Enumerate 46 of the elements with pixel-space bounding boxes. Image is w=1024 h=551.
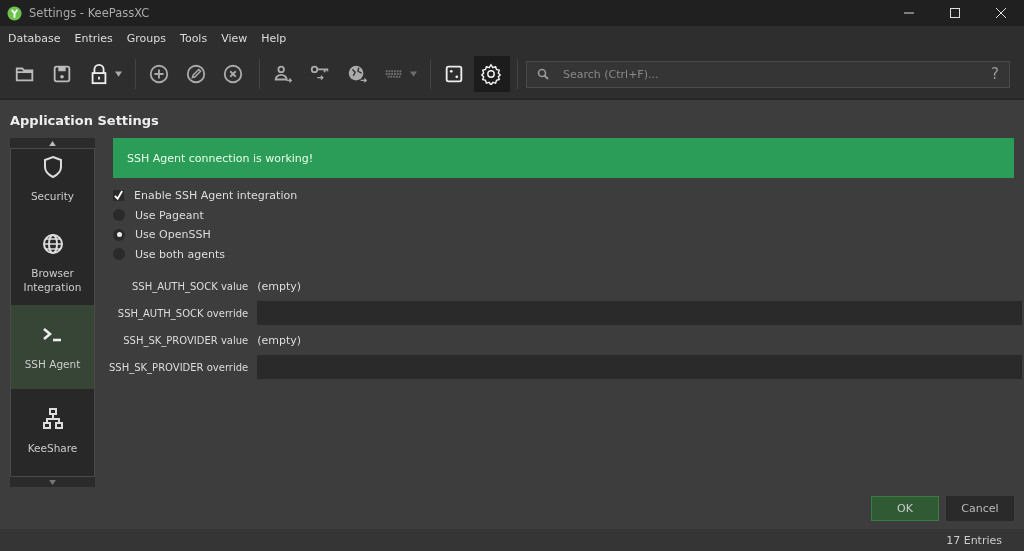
close-icon[interactable] xyxy=(996,8,1006,18)
status-banner: SSH Agent connection is working! xyxy=(113,138,1014,178)
window-title: Settings - KeePassXC xyxy=(29,6,150,20)
field-label: SSH_SK_PROVIDER value xyxy=(122,334,249,346)
globe-icon xyxy=(40,232,65,256)
scroll-up-icon[interactable] xyxy=(49,140,56,146)
field-value: (empty) xyxy=(257,332,303,349)
maximize-icon[interactable] xyxy=(950,8,960,18)
menu-item[interactable]: Groups xyxy=(126,31,167,45)
search-field[interactable]: Search (Ctrl+F)... ? xyxy=(526,60,1010,88)
globe-arrow-icon xyxy=(346,63,368,85)
user-arrow-icon xyxy=(272,63,294,85)
toolbar-button[interactable] xyxy=(474,56,510,92)
menu-item[interactable]: Entries xyxy=(74,31,113,45)
app-logo-icon xyxy=(7,5,22,21)
field-value: (empty) xyxy=(257,278,303,295)
entry-count: 17 Entries xyxy=(946,533,1002,547)
menu-item[interactable]: View xyxy=(221,31,248,45)
dice-icon xyxy=(443,63,465,85)
cancel-button[interactable]: Cancel xyxy=(946,496,1014,521)
menu-item[interactable]: Tools xyxy=(180,31,208,45)
x-circle-icon xyxy=(222,63,244,85)
help-icon[interactable]: ? xyxy=(991,65,999,83)
network-icon xyxy=(40,407,65,431)
checkbox-option[interactable]: Enable SSH Agent integration xyxy=(113,186,1014,206)
field-label: SSH_AUTH_SOCK value xyxy=(131,280,249,292)
menu-item[interactable]: Database xyxy=(8,31,61,45)
settings-icon xyxy=(480,63,502,85)
checkmark-icon xyxy=(113,190,124,202)
radio-button[interactable] xyxy=(113,228,125,241)
radio-option[interactable]: Use OpenSSH xyxy=(113,225,1014,245)
ok-button[interactable]: OK xyxy=(871,496,939,521)
checkbox[interactable] xyxy=(113,190,124,202)
radio-option[interactable]: Use both agents xyxy=(113,244,1014,264)
field-label: SSH_SK_PROVIDER override xyxy=(109,361,249,373)
search-icon xyxy=(537,68,549,80)
sidebar-item[interactable]: SSH Agent xyxy=(11,305,94,389)
caret-icon xyxy=(410,71,417,77)
pencil-circle-icon xyxy=(185,63,207,85)
plus-circle-icon xyxy=(148,63,170,85)
menu-item[interactable]: Help xyxy=(261,31,287,45)
caret-icon xyxy=(115,71,122,77)
page-heading: Application Settings xyxy=(10,112,160,130)
field-label: SSH_AUTH_SOCK override xyxy=(116,307,249,319)
radio-option[interactable]: Use Pageant xyxy=(113,205,1014,225)
scroll-down-icon[interactable] xyxy=(49,479,56,485)
